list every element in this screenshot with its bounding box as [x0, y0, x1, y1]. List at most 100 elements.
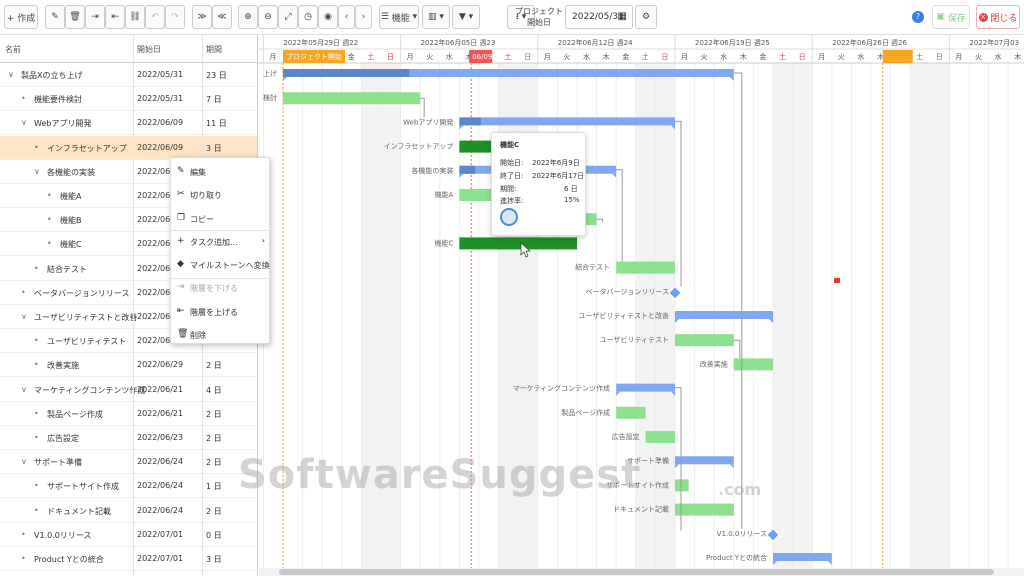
- table-row[interactable]: ∨ マーケティングコンテンツ作成 2022/06/21 4 日: [0, 378, 257, 402]
- indent-icon[interactable]: ⇥: [85, 5, 105, 29]
- task-bar[interactable]: [675, 503, 734, 516]
- expand-all-icon[interactable]: ≫: [192, 5, 212, 29]
- chevron-down-icon[interactable]: ∨: [21, 312, 27, 321]
- weekend-column: [792, 63, 813, 576]
- table-row[interactable]: • 機能要件検討 2022/05/31 7 日: [0, 87, 257, 112]
- task-bar[interactable]: [616, 261, 675, 274]
- bar-label: 上げ: [263, 69, 277, 78]
- table-row[interactable]: ∨ Webアプリ開発 2022/06/09 11 日: [0, 111, 257, 136]
- bullet-icon: •: [34, 336, 39, 346]
- redo-icon[interactable]: ↷: [165, 5, 185, 29]
- summary-bar[interactable]: [675, 311, 773, 319]
- menu-item-copy[interactable]: ❐ コピー: [171, 207, 271, 231]
- table-row[interactable]: ∨ 製品Xの立ち上げ 2022/05/31 23 日: [0, 63, 257, 87]
- chevron-down-icon[interactable]: ∨: [21, 457, 27, 466]
- task-name: 広告設定: [47, 434, 79, 443]
- chevron-down-icon[interactable]: ∨: [21, 385, 27, 394]
- bullet-icon: •: [21, 554, 26, 563]
- task-duration: 23 日: [206, 71, 227, 80]
- task-bar[interactable]: [733, 358, 773, 371]
- chevron-down-icon[interactable]: ∨: [34, 167, 40, 176]
- task-name: Webアプリ開発: [34, 119, 92, 129]
- delete-icon[interactable]: 🗑: [65, 5, 85, 29]
- table-row[interactable]: • サポートサイト作成 2022/06/24 1 日: [0, 474, 257, 499]
- feature-dropdown[interactable]: ☰ 機能 ▾: [379, 5, 419, 29]
- weekend-column: [773, 63, 793, 576]
- task-start: 2022/06/09: [137, 118, 184, 128]
- close-button[interactable]: × 閉じる: [976, 5, 1020, 29]
- filter-dropdown[interactable]: ▼ ▾: [452, 5, 480, 29]
- tooltip-end-label: 終了日:: [500, 172, 524, 180]
- clock-icon[interactable]: ◷: [298, 5, 318, 29]
- column-header-duration[interactable]: 期間: [206, 44, 222, 55]
- bar-label: ユーザビリティテスト: [600, 335, 669, 344]
- week-label: 2022年07月03: [969, 38, 1019, 47]
- column-header-start[interactable]: 開始日: [137, 44, 161, 55]
- task-bar[interactable]: [675, 334, 734, 347]
- create-button[interactable]: + 作成: [4, 5, 38, 29]
- task-bar[interactable]: [616, 406, 646, 419]
- zoom-out-icon[interactable]: ⊖: [258, 5, 278, 29]
- table-row[interactable]: • インフラセットアップ 2022/06/09 3 日: [0, 135, 257, 160]
- table-row[interactable]: • 製品ページ作成 2022/06/21 2 日: [0, 402, 257, 426]
- outdent-icon[interactable]: ⇤: [105, 5, 125, 29]
- table-row[interactable]: • V1.0.0リリース 2022/07/01 0 日: [0, 523, 257, 547]
- zoom-in-icon[interactable]: ⊕: [238, 5, 258, 29]
- project-start-flag-label: プロジェクト開始: [286, 52, 342, 61]
- day-label: 日: [936, 53, 943, 61]
- day-label: 日: [661, 53, 668, 61]
- prev-icon[interactable]: ‹: [338, 5, 355, 29]
- tooltip-duration-value: 6 日: [564, 185, 578, 193]
- chevron-down-icon[interactable]: ∨: [8, 70, 14, 79]
- next-icon[interactable]: ›: [355, 5, 372, 29]
- task-name: サポートサイト作成: [47, 482, 119, 492]
- table-row[interactable]: ∨ サポート準備 2022/06/24 2 日: [0, 450, 257, 475]
- task-bar[interactable]: [675, 479, 689, 492]
- bar-label: 機能A: [435, 190, 454, 199]
- day-label: 月: [681, 53, 688, 61]
- summary-bar[interactable]: [616, 383, 675, 392]
- menu-item-outdent[interactable]: ⇤ 階層を上げる: [171, 300, 271, 324]
- save-button[interactable]: ▣ 保存: [932, 5, 970, 29]
- edit-icon[interactable]: ✎: [45, 5, 65, 29]
- day-label: 月: [269, 53, 276, 61]
- help-icon[interactable]: ?: [912, 11, 924, 23]
- collapse-all-icon[interactable]: ≪: [212, 5, 232, 29]
- summary-bar[interactable]: [459, 117, 675, 126]
- menu-item-delete[interactable]: 🗑 削除: [171, 323, 271, 347]
- menu-item-label: 切り取り: [190, 191, 222, 201]
- scrollbar-thumb[interactable]: [279, 569, 994, 575]
- table-row[interactable]: • 広告設定 2022/06/23 2 日: [0, 426, 257, 450]
- menu-item-add-task[interactable]: + タスク追加... ›: [171, 230, 271, 254]
- table-row[interactable]: • Product Yとの統合 2022/07/01 3 日: [0, 547, 257, 571]
- task-bar[interactable]: [459, 237, 577, 250]
- task-bar[interactable]: [645, 431, 675, 443]
- menu-item-indent[interactable]: ⇥ 階層を下げる: [171, 276, 271, 300]
- table-row[interactable]: • 改善実施 2022/06/29 2 日: [0, 353, 257, 378]
- day-label: 土: [642, 52, 649, 61]
- fit-icon[interactable]: ⤢: [278, 5, 298, 29]
- day-label: 金: [759, 52, 766, 61]
- table-row[interactable]: • ドキュメント記載 2022/06/24 2 日: [0, 499, 257, 523]
- column-header-name[interactable]: 名前: [5, 44, 21, 55]
- menu-item-edit[interactable]: ✎ 編集: [171, 160, 271, 184]
- day-label: 水: [720, 52, 727, 61]
- summary-bar[interactable]: [773, 553, 832, 561]
- today-icon[interactable]: ◉: [318, 5, 338, 29]
- settings-gear-icon[interactable]: ⚙: [635, 5, 657, 29]
- link-icon[interactable]: ⛓: [125, 5, 145, 29]
- menu-item-cut[interactable]: ✂ 切り取り: [171, 183, 271, 207]
- project-start-date-input[interactable]: 2022/05/31 ▦: [565, 5, 633, 29]
- task-name: 製品ページ作成: [47, 409, 103, 419]
- menu-item-label: 削除: [190, 330, 206, 340]
- undo-icon[interactable]: ↶: [145, 5, 165, 29]
- task-bar[interactable]: [283, 92, 421, 105]
- summary-bar[interactable]: [675, 456, 734, 465]
- day-label: 日: [387, 53, 394, 61]
- columns-dropdown[interactable]: ▥ ▾: [422, 5, 450, 29]
- outdent-icon: ⇤: [177, 305, 185, 316]
- chevron-down-icon[interactable]: ∨: [21, 118, 27, 127]
- task-start: 2022/06/: [137, 215, 173, 225]
- task-duration: 2 日: [206, 506, 222, 516]
- menu-item-convert-milestone[interactable]: ◆ マイルストーンへ変換: [171, 253, 271, 277]
